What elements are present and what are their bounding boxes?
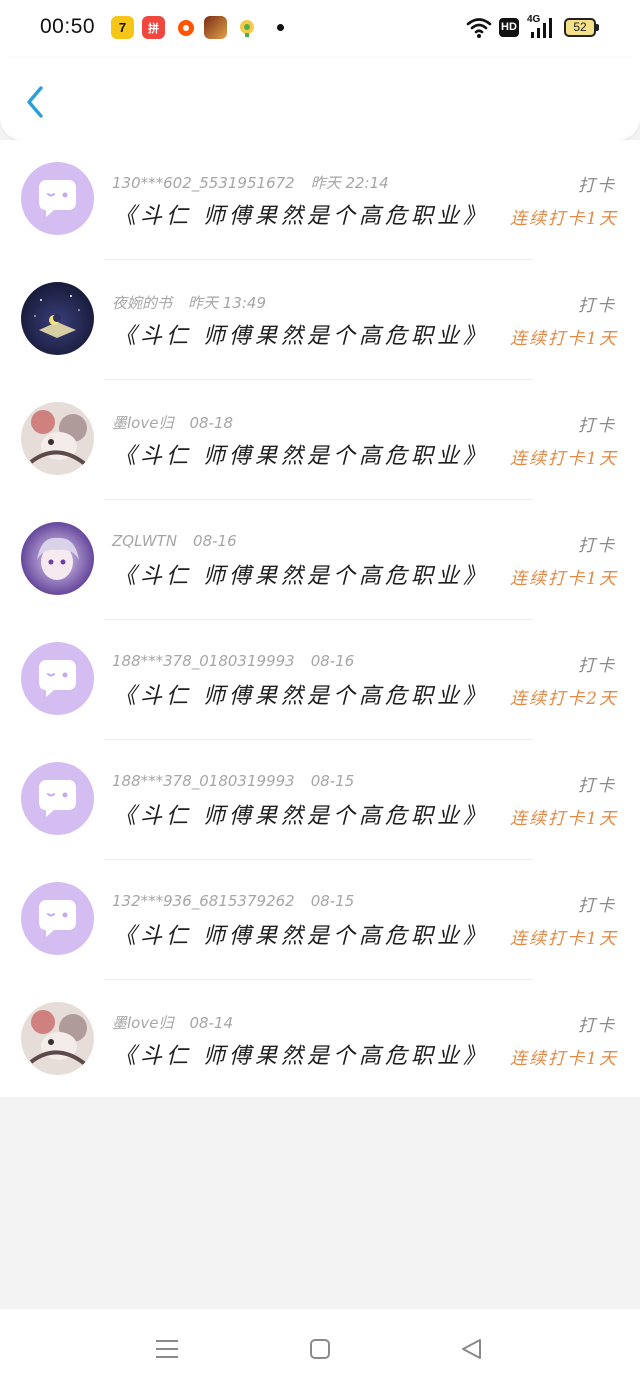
user-meta: ZQLWTN 08-16 xyxy=(112,532,237,550)
user-name[interactable]: ZQLWTN xyxy=(112,532,177,550)
user-meta: 夜婉的书 昨天 13:49 xyxy=(112,292,266,313)
streak-label: 连续打卡1天 xyxy=(510,929,618,949)
app-taobao-icon xyxy=(174,16,197,39)
checkin-item[interactable]: 188***378_0180319993 08-16 《斗仁 师傅果然是个高危职业》… xyxy=(0,620,640,740)
notification-dot xyxy=(277,24,284,31)
post-time: 08-16 xyxy=(310,652,355,670)
post-time: 昨天 13:49 xyxy=(188,294,267,312)
app-pinduoduo-icon: 拼 xyxy=(142,16,165,39)
user-meta: 130***602_5531951672 昨天 22:14 xyxy=(112,172,389,193)
checkin-label: 打卡 xyxy=(578,1016,616,1036)
post-time: 08-14 xyxy=(189,1014,234,1032)
streak-label: 连续打卡1天 xyxy=(510,569,618,589)
post-time: 08-18 xyxy=(189,414,234,432)
checkin-item[interactable]: 墨love归 08-18 《斗仁 师傅果然是个高危职业》 打卡连续打卡1天 xyxy=(0,380,640,500)
chevron-left-icon xyxy=(27,86,43,118)
avatar[interactable] xyxy=(21,522,94,595)
streak-label: 连续打卡1天 xyxy=(510,329,618,349)
checkin-item[interactable]: 188***378_0180319993 08-15 《斗仁 师傅果然是个高危职业》… xyxy=(0,740,640,860)
user-name[interactable]: 188***378_0180319993 xyxy=(112,652,295,670)
avatar[interactable] xyxy=(21,162,94,235)
hd-icon: HD xyxy=(499,18,519,37)
status-bar: 00:50 7 拼 HD 4G 52 xyxy=(0,0,640,58)
app-game-icon xyxy=(204,16,227,39)
checkin-label: 打卡 xyxy=(578,296,616,316)
book-title: 《斗仁 师傅果然是个高危职业》 xyxy=(114,204,489,229)
checkin-label: 打卡 xyxy=(578,536,616,556)
user-name[interactable]: 130***602_5531951672 xyxy=(112,174,295,192)
wifi-icon xyxy=(466,18,492,38)
back-button[interactable] xyxy=(18,82,52,122)
book-title: 《斗仁 师傅果然是个高危职业》 xyxy=(114,1044,489,1069)
user-name[interactable]: 墨love归 xyxy=(112,1014,173,1032)
book-title: 《斗仁 师傅果然是个高危职业》 xyxy=(114,324,489,349)
book-title: 《斗仁 师傅果然是个高危职业》 xyxy=(114,684,489,709)
home-icon xyxy=(310,1339,330,1359)
user-meta: 墨love归 08-14 xyxy=(112,1012,233,1033)
status-time: 00:50 xyxy=(40,15,96,38)
user-meta: 墨love归 08-18 xyxy=(112,412,233,433)
post-time: 08-15 xyxy=(310,892,355,910)
checkin-label: 打卡 xyxy=(578,896,616,916)
back-triangle-icon xyxy=(462,1339,481,1359)
back-nav-button[interactable] xyxy=(452,1329,492,1369)
book-title: 《斗仁 师傅果然是个高危职业》 xyxy=(114,444,489,469)
app-7-icon: 7 xyxy=(111,16,134,39)
avatar[interactable] xyxy=(21,282,94,355)
checkin-label: 打卡 xyxy=(578,776,616,796)
streak-label: 连续打卡1天 xyxy=(510,809,618,829)
post-time: 昨天 22:14 xyxy=(310,174,389,192)
app-chat-icon xyxy=(235,16,258,39)
avatar[interactable] xyxy=(21,402,94,475)
checkin-label: 打卡 xyxy=(578,656,616,676)
streak-label: 连续打卡1天 xyxy=(510,449,618,469)
user-meta: 188***378_0180319993 08-16 xyxy=(112,652,354,670)
navigation-bar xyxy=(0,1309,640,1387)
checkin-label: 打卡 xyxy=(578,416,616,436)
menu-button[interactable] xyxy=(147,1329,187,1369)
post-time: 08-15 xyxy=(310,772,355,790)
streak-label: 连续打卡1天 xyxy=(510,1049,618,1069)
user-name[interactable]: 188***378_0180319993 xyxy=(112,772,295,790)
avatar[interactable] xyxy=(21,1002,94,1075)
checkin-label: 打卡 xyxy=(578,176,616,196)
avatar[interactable] xyxy=(21,642,94,715)
streak-label: 连续打卡1天 xyxy=(510,209,618,229)
menu-icon xyxy=(156,1340,178,1358)
avatar[interactable] xyxy=(21,762,94,835)
user-meta: 132***936_6815379262 08-15 xyxy=(112,892,354,910)
user-name[interactable]: 墨love归 xyxy=(112,414,173,432)
home-button[interactable] xyxy=(300,1329,340,1369)
checkin-item[interactable]: 130***602_5531951672 昨天 22:14 《斗仁 师傅果然是个高危… xyxy=(0,140,640,260)
checkin-item[interactable]: ZQLWTN 08-16 《斗仁 师傅果然是个高危职业》 打卡连续打卡1天 xyxy=(0,500,640,620)
user-meta: 188***378_0180319993 08-15 xyxy=(112,772,354,790)
book-title: 《斗仁 师傅果然是个高危职业》 xyxy=(114,924,489,949)
header xyxy=(0,58,640,140)
post-time: 08-16 xyxy=(193,532,237,550)
avatar[interactable] xyxy=(21,882,94,955)
checkin-list: 130***602_5531951672 昨天 22:14 《斗仁 师傅果然是个高危… xyxy=(0,140,640,1097)
book-title: 《斗仁 师傅果然是个高危职业》 xyxy=(114,804,489,829)
book-title: 《斗仁 师傅果然是个高危职业》 xyxy=(114,564,489,589)
signal-icon: 4G xyxy=(527,14,555,40)
streak-label: 连续打卡2天 xyxy=(510,689,618,709)
user-name[interactable]: 132***936_6815379262 xyxy=(112,892,295,910)
checkin-item[interactable]: 墨love归 08-14 《斗仁 师傅果然是个高危职业》 打卡连续打卡1天 xyxy=(0,980,640,1100)
checkin-item[interactable]: 132***936_6815379262 08-15 《斗仁 师傅果然是个高危职业》… xyxy=(0,860,640,980)
user-name[interactable]: 夜婉的书 xyxy=(112,294,172,312)
checkin-item[interactable]: 夜婉的书 昨天 13:49 《斗仁 师傅果然是个高危职业》 打卡连续打卡1天 xyxy=(0,260,640,380)
battery-icon: 52 xyxy=(564,18,599,37)
